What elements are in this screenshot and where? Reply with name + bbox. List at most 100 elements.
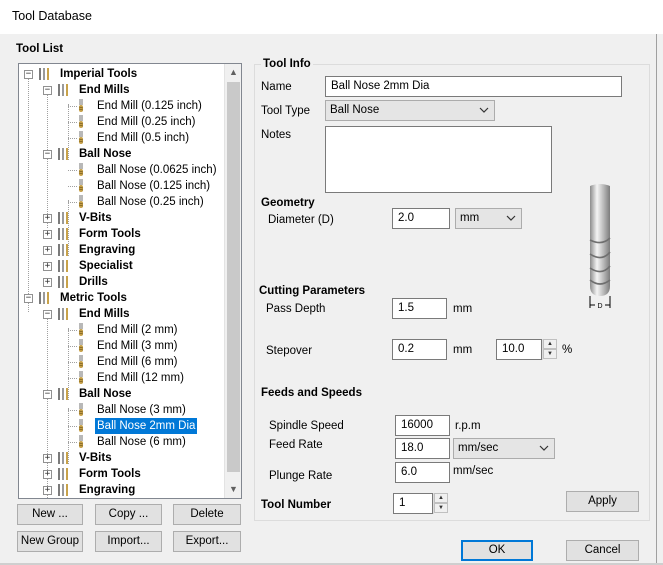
tool-group[interactable]: − Imperial Tools: [19, 66, 224, 82]
tree-item-label: Ball Nose: [79, 388, 132, 400]
tool-item[interactable]: Ball Nose (0.0625 inch): [19, 162, 224, 178]
collapse-icon[interactable]: −: [43, 150, 52, 159]
tree-connector: [68, 138, 77, 139]
feed-rate-unit-value: mm/sec: [458, 442, 499, 454]
diameter-unit-select[interactable]: mm: [455, 208, 522, 229]
tool-number-spinner[interactable]: ▲ ▼: [433, 493, 448, 514]
new-tool-button[interactable]: New ...: [17, 504, 83, 525]
tree-item-label: End Mill (0.25 inch): [97, 116, 196, 128]
tool-group[interactable]: + Specialist: [19, 258, 224, 274]
tool-group[interactable]: − End Mills: [19, 306, 224, 322]
spindle-speed-unit: r.p.m: [455, 420, 481, 432]
collapse-icon[interactable]: −: [43, 390, 52, 399]
tree-item-label: End Mills: [79, 308, 130, 320]
tool-item[interactable]: Ball Nose 2mm Dia: [19, 418, 224, 434]
spin-down-icon[interactable]: ▼: [543, 349, 557, 359]
tool-group-icon: [58, 484, 68, 496]
notes-textarea[interactable]: [325, 126, 552, 193]
tree-item-label: Drills: [79, 276, 108, 288]
scroll-thumb[interactable]: [227, 82, 240, 472]
tool-group[interactable]: + V-Bits: [19, 210, 224, 226]
tool-type-select[interactable]: Ball Nose: [325, 100, 495, 121]
stepover-percent-input[interactable]: 10.0: [496, 339, 542, 360]
plunge-rate-label: Plunge Rate: [269, 470, 333, 482]
tool-item[interactable]: End Mill (0.25 inch): [19, 114, 224, 130]
expand-icon[interactable]: +: [43, 262, 52, 271]
tool-item[interactable]: End Mill (3 mm): [19, 338, 224, 354]
spin-up-icon[interactable]: ▲: [434, 493, 448, 503]
feed-rate-unit-select[interactable]: mm/sec: [453, 438, 555, 459]
tool-group[interactable]: − Ball Nose: [19, 146, 224, 162]
tree-connector: [68, 186, 77, 187]
spindle-speed-input[interactable]: 16000: [395, 415, 450, 436]
tool-group[interactable]: − End Mills: [19, 82, 224, 98]
tree-item-label: Form Tools: [79, 228, 141, 240]
tool-group[interactable]: + Engraving: [19, 242, 224, 258]
cancel-button[interactable]: Cancel: [566, 540, 639, 561]
spin-down-icon[interactable]: ▼: [434, 503, 448, 513]
delete-tool-button[interactable]: Delete: [173, 504, 241, 525]
collapse-icon[interactable]: −: [24, 70, 33, 79]
tool-group[interactable]: − Metric Tools: [19, 290, 224, 306]
tool-item[interactable]: End Mill (2 mm): [19, 322, 224, 338]
tool-bit-icon: [78, 163, 84, 176]
tree-connector: [68, 106, 77, 107]
ok-button[interactable]: OK: [461, 540, 533, 561]
tool-type-label: Tool Type: [261, 105, 311, 117]
plunge-rate-input[interactable]: 6.0: [395, 462, 450, 483]
diameter-input[interactable]: 2.0: [392, 208, 450, 229]
spin-up-icon[interactable]: ▲: [543, 339, 557, 349]
tree-scrollbar[interactable]: ▲ ▼: [224, 64, 241, 498]
pass-depth-input[interactable]: 1.5: [392, 298, 447, 319]
collapse-icon[interactable]: −: [43, 86, 52, 95]
tool-item[interactable]: Ball Nose (6 mm): [19, 434, 224, 450]
tool-item[interactable]: End Mill (6 mm): [19, 354, 224, 370]
expand-icon[interactable]: +: [43, 246, 52, 255]
scroll-down-icon[interactable]: ▼: [225, 481, 242, 498]
tool-bit-icon: [78, 339, 84, 352]
tool-item[interactable]: End Mill (0.5 inch): [19, 130, 224, 146]
diameter-label: Diameter (D): [268, 214, 334, 226]
tool-group[interactable]: + V-Bits: [19, 450, 224, 466]
tool-group-icon: [58, 308, 68, 320]
tool-group[interactable]: + Drills: [19, 274, 224, 290]
expand-icon[interactable]: +: [43, 214, 52, 223]
tool-item[interactable]: End Mill (12 mm): [19, 370, 224, 386]
tree-connector: [68, 330, 77, 331]
tool-group[interactable]: + Form Tools: [19, 466, 224, 482]
new-group-button[interactable]: New Group: [17, 531, 83, 552]
tool-item[interactable]: Ball Nose (0.25 inch): [19, 194, 224, 210]
collapse-icon[interactable]: −: [24, 294, 33, 303]
cutting-parameters-label: Cutting Parameters: [259, 285, 366, 297]
tool-name-input[interactable]: Ball Nose 2mm Dia: [325, 76, 622, 97]
expand-icon[interactable]: +: [43, 486, 52, 495]
stepover-percent-spinner[interactable]: ▲ ▼: [542, 339, 557, 360]
window-frame-right: [656, 34, 663, 565]
expand-icon[interactable]: +: [43, 230, 52, 239]
tool-group-icon: [58, 388, 68, 400]
tool-group[interactable]: − Ball Nose: [19, 386, 224, 402]
diagram-d-label: D: [597, 303, 602, 310]
tool-number-input[interactable]: 1: [393, 493, 433, 514]
copy-tool-button[interactable]: Copy ...: [95, 504, 162, 525]
tree-item-label: Ball Nose (0.25 inch): [97, 196, 204, 208]
import-button[interactable]: Import...: [95, 531, 162, 552]
tool-group[interactable]: + Form Tools: [19, 226, 224, 242]
expand-icon[interactable]: +: [43, 278, 52, 287]
tool-item[interactable]: Ball Nose (0.125 inch): [19, 178, 224, 194]
expand-icon[interactable]: +: [43, 470, 52, 479]
expand-icon[interactable]: +: [43, 454, 52, 463]
tool-item[interactable]: Ball Nose (3 mm): [19, 402, 224, 418]
export-button[interactable]: Export...: [173, 531, 241, 552]
tool-tree[interactable]: − Imperial Tools − End Mills End Mill (0.125…: [18, 63, 242, 499]
collapse-icon[interactable]: −: [43, 310, 52, 319]
scroll-up-icon[interactable]: ▲: [225, 64, 242, 81]
tool-item[interactable]: End Mill (0.125 inch): [19, 98, 224, 114]
tree-item-label: End Mill (0.125 inch): [97, 100, 202, 112]
tree-item-label: Metric Tools: [60, 292, 127, 304]
tool-bit-icon: [78, 131, 84, 144]
stepover-input[interactable]: 0.2: [392, 339, 447, 360]
tool-group[interactable]: + Engraving: [19, 482, 224, 498]
apply-button[interactable]: Apply: [566, 491, 639, 512]
feed-rate-input[interactable]: 18.0: [395, 438, 450, 459]
